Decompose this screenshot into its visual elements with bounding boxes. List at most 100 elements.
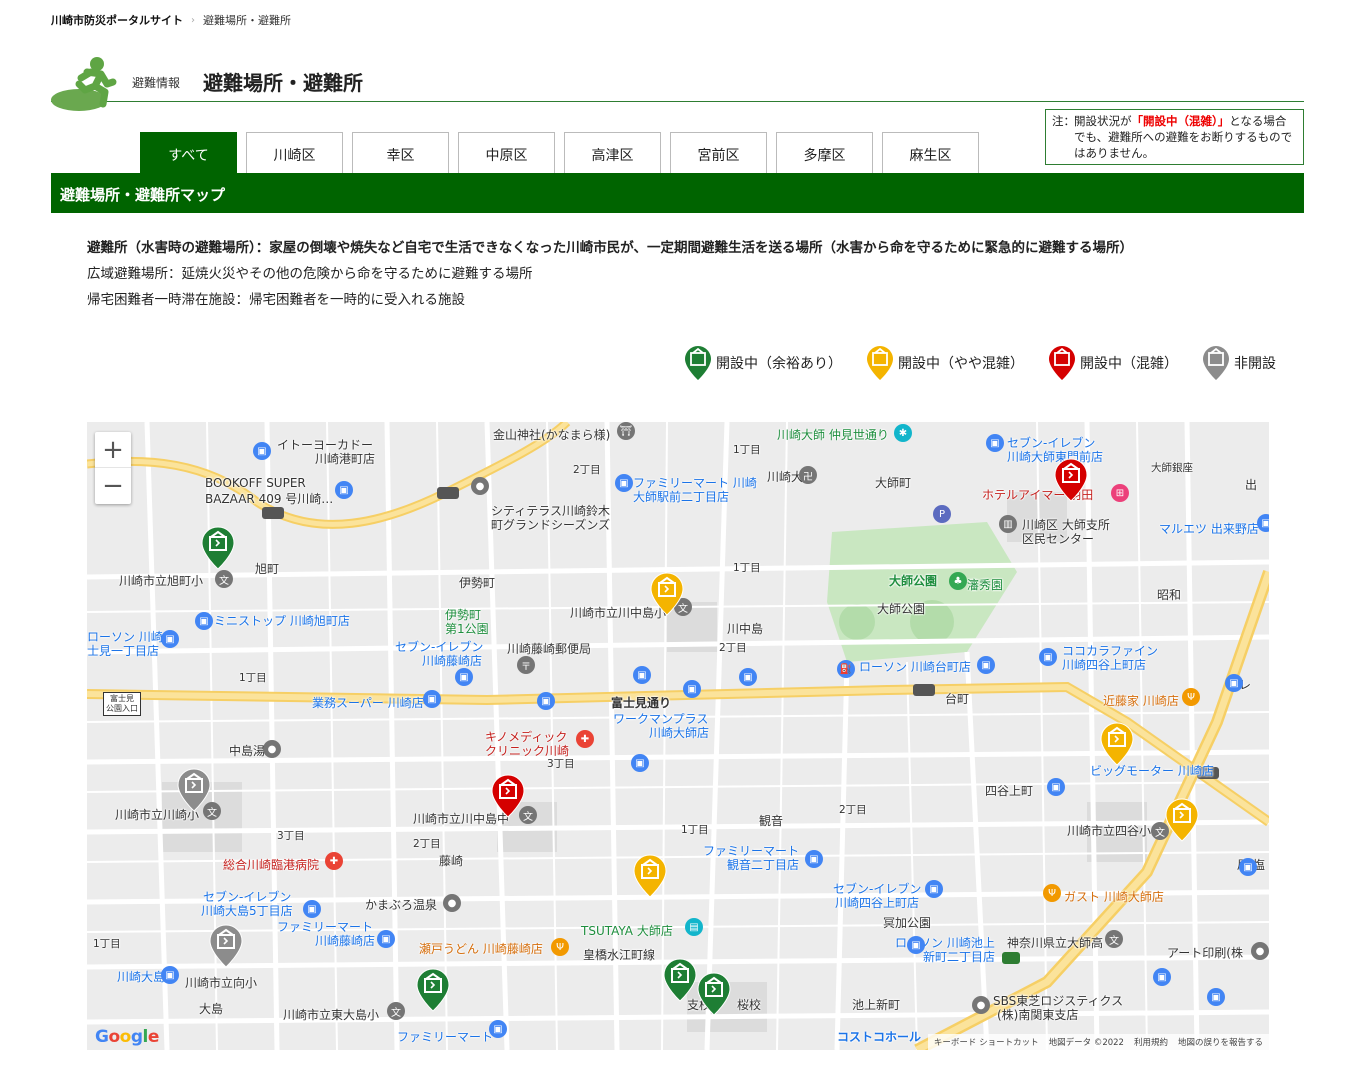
breadcrumb-separator: › [191,14,195,26]
school-icon[interactable]: 文 [1105,930,1123,948]
map-label: 2丁目 [839,804,867,816]
shop-icon[interactable]: ▣ [489,1020,507,1038]
shelter-pin-closed[interactable] [209,924,243,968]
restaurant-icon[interactable]: Ψ [551,938,569,956]
map-label: ミニストップ 川崎旭町店 [214,614,350,628]
shop-icon[interactable]: ▣ [1225,674,1243,692]
shop-icon[interactable]: ▣ [1257,514,1269,532]
shop-icon[interactable]: ▣ [683,680,701,698]
shelter-map[interactable]: + − 金山神社(かなまら様) イトーヨーカドー 川崎港町店 BOOKOFF S… [87,422,1269,1050]
shrine-icon[interactable]: ⛩ [617,422,635,440]
shop-icon[interactable]: ▣ [1153,968,1171,986]
shop-icon[interactable]: ▣ [739,668,757,686]
page-subtitle: 避難情報 [132,76,181,90]
map-label: 川崎藤崎店 [422,654,483,668]
shop-icon[interactable]: ▣ [1239,858,1257,876]
park-icon[interactable]: ♣ [949,572,967,590]
map-label: 新町二丁目店 [923,950,996,964]
shelter-pin-available[interactable] [663,958,697,1002]
map-label: 3丁目 [277,830,305,842]
hotel-icon[interactable]: ⊞ [1111,484,1129,502]
shop-icon[interactable]: ▣ [253,442,271,460]
google-logo[interactable]: Google [95,1027,159,1047]
shelter-pin-available[interactable] [416,968,450,1012]
map-label: BAZAAR 409 号川崎… [205,492,334,506]
shop-icon[interactable]: ▣ [805,850,823,868]
map-label: ローソン 川崎台町店 [859,660,971,674]
zoom-out-button[interactable]: − [95,468,131,504]
shop-icon[interactable]: ▣ [455,668,473,686]
report-error-link[interactable]: 地図の誤りを報告する [1178,1036,1263,1048]
hospital-icon[interactable]: ✚ [325,852,343,870]
map-label: 2丁目 [719,642,747,654]
tab-all[interactable]: すべて [140,132,237,173]
restaurant-icon[interactable]: Ψ [1182,688,1200,706]
parking-icon[interactable]: P [933,505,951,523]
tab-nakahara-ku[interactable]: 中原区 [458,132,555,173]
zoom-in-button[interactable]: + [95,432,131,468]
gas-icon[interactable]: ⛽ [837,660,855,678]
temple-icon[interactable]: 卍 [799,466,817,484]
map-label: 近藤家 川崎店 [1103,694,1179,708]
shop-icon[interactable]: ▣ [615,474,633,492]
shop-icon[interactable]: ▣ [537,692,555,710]
map-label: 台町 [945,692,970,706]
shelter-pin-available[interactable] [697,972,731,1016]
tab-miyamae-ku[interactable]: 宮前区 [670,132,767,173]
shelter-pin-crowded[interactable] [491,774,525,818]
shelter-pin-somewhat-crowded[interactable] [650,572,684,616]
map-label: 川崎四谷上町店 [1062,658,1147,672]
map-label: 旭町 [255,562,280,576]
tab-tama-ku[interactable]: 多摩区 [776,132,873,173]
shop-icon[interactable]: ▣ [161,630,179,648]
place-icon[interactable]: ● [471,477,489,495]
breadcrumb-home-link[interactable]: 川崎市防災ポータルサイト [51,12,183,28]
keyboard-shortcuts-link[interactable]: キーボード ショートカット [934,1036,1039,1048]
shelter-pin-available[interactable] [201,526,235,570]
place-icon[interactable]: ● [972,996,990,1014]
shop-icon[interactable]: ▣ [161,966,179,984]
office-icon[interactable]: ▥ [999,515,1017,533]
shop-icon[interactable]: ▣ [303,900,321,918]
shelter-pin-somewhat-crowded[interactable] [1165,798,1199,842]
hospital-icon[interactable]: ✚ [576,730,594,748]
place-icon[interactable]: ● [1251,942,1269,960]
map-label: 伊勢町 [459,576,496,590]
tab-saiwai-ku[interactable]: 幸区 [352,132,449,173]
shop-icon[interactable]: ▣ [1039,648,1057,666]
shop-icon[interactable]: ▣ [977,656,995,674]
shop-icon[interactable]: ▣ [925,880,943,898]
shop-icon[interactable]: ▣ [195,612,213,630]
shop-icon[interactable]: ▣ [907,936,925,954]
shop-icon[interactable]: ▣ [633,666,651,684]
place-icon[interactable]: ● [443,894,461,912]
terms-link[interactable]: 利用規約 [1134,1036,1168,1048]
restaurant-icon[interactable]: Ψ [1043,884,1061,902]
tab-kawasaki-ku[interactable]: 川崎区 [246,132,343,173]
place-icon[interactable]: ● [263,740,281,758]
shop-icon[interactable]: ▣ [631,754,649,772]
notice-label: 注： [1052,114,1075,128]
shelter-pin-closed[interactable] [177,768,211,812]
map-label: 町グランドシーズンズ [491,518,611,532]
map-label: 大師駅前二丁目店 [633,490,730,504]
shelter-pin-crowded[interactable] [1054,458,1088,502]
sight-icon[interactable]: ✱ [894,424,912,442]
post-icon[interactable]: 〒 [517,656,535,674]
tab-asao-ku[interactable]: 麻生区 [882,132,979,173]
shop-icon[interactable]: ▣ [377,930,395,948]
shop-icon[interactable]: ▣ [335,481,353,499]
map-label: 神奈川県立大師高 [1007,936,1104,950]
school-icon[interactable]: 文 [215,570,233,588]
shelter-pin-somewhat-crowded[interactable] [633,854,667,898]
bookstore-icon[interactable]: ▤ [685,918,703,936]
shop-icon[interactable]: ▣ [1047,778,1065,796]
shelter-pin-somewhat-crowded[interactable] [1100,722,1134,766]
map-label: 大師公園 [889,574,938,588]
ward-tabs: すべて 川崎区 幸区 中原区 高津区 宮前区 多摩区 麻生区 [140,132,979,173]
tab-takatsu-ku[interactable]: 高津区 [564,132,661,173]
shop-icon[interactable]: ▣ [986,434,1004,452]
school-icon[interactable]: 文 [387,1002,405,1020]
shop-icon[interactable]: ▣ [1207,988,1225,1006]
shop-icon[interactable]: ▣ [423,690,441,708]
